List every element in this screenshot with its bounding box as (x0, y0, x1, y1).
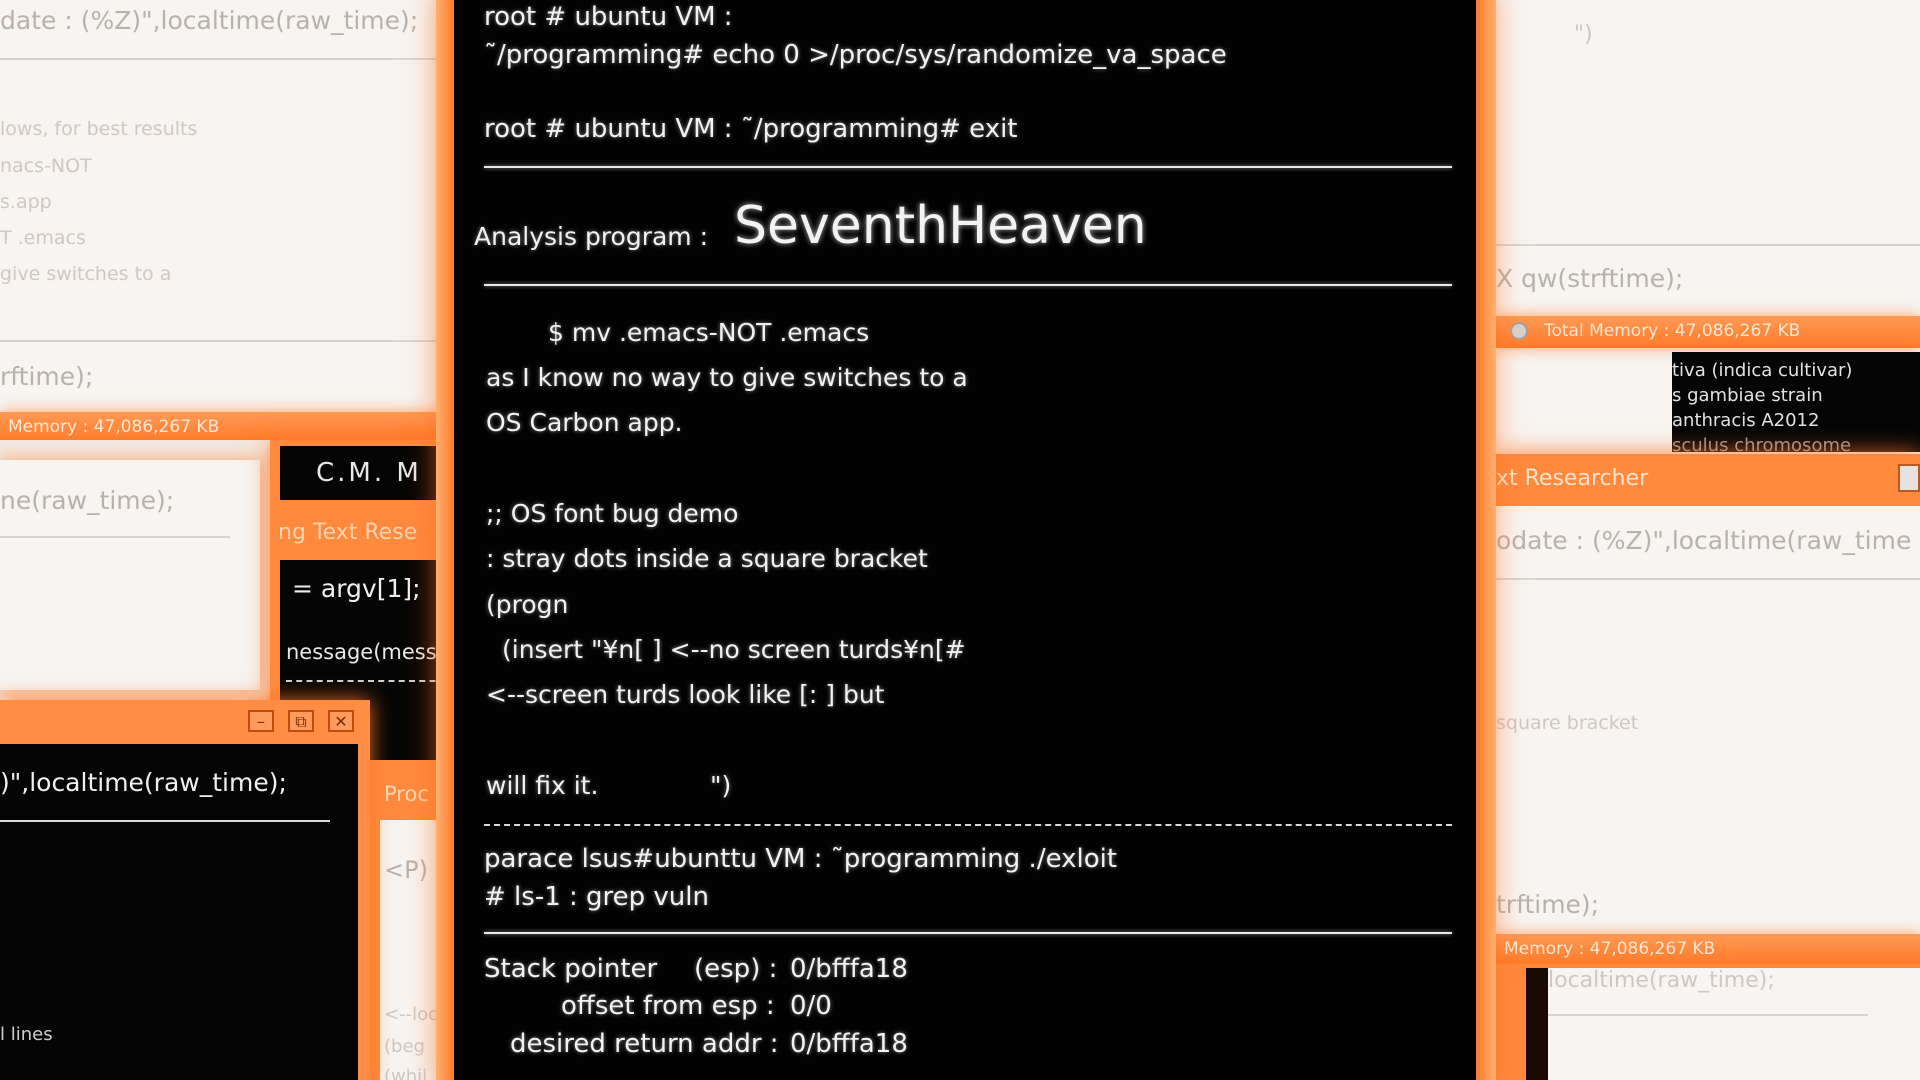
right-researcher-bottom-text: localtime(raw_time); (1548, 968, 1775, 993)
minimize-button[interactable]: – (248, 710, 274, 732)
maximize-button[interactable]: ⧉ (288, 710, 314, 732)
code-line-2: OS Carbon app. (486, 408, 683, 437)
right-top-list-3: sculus chromosome (1672, 435, 1852, 452)
close-button[interactable]: ✕ (328, 710, 354, 732)
code-line-8: will fix it. (486, 771, 599, 800)
terminal-dashed-divider (484, 824, 1452, 826)
right-researcher-window: xt Researcher odate : (%Z)",localtime(ra… (1496, 454, 1920, 1080)
code-line-4: : stray dots inside a square bracket (486, 544, 928, 573)
main-terminal[interactable]: root # ubuntu VM : ˜/programming# echo 0… (454, 0, 1476, 1080)
code-line-1: as I know no way to give switches to a (486, 363, 968, 392)
right-top-divider (1496, 244, 1920, 246)
terminal-left-glow (436, 0, 454, 1080)
right-researcher-memory-bar: Memory : 47,086,267 KB (1496, 934, 1920, 964)
left-orange-row2: ng Text Rese (278, 520, 418, 545)
right-researcher-text: odate : (%Z)",localtime(raw_time (1496, 526, 1912, 555)
code-line-5: (progn (486, 590, 569, 619)
left-mid-divider (0, 536, 230, 538)
exploit-line-0: parace lsus#ubunttu VM : ˜programming ./… (484, 844, 1118, 874)
code-line-0: $ mv .emacs-NOT .emacs (548, 318, 870, 347)
left-top-divider-2 (0, 340, 440, 342)
memory-bar-icon (1510, 322, 1528, 340)
left-orange-frag4: (whil (384, 1066, 428, 1080)
code-line-6: (insert "¥n[ ] <--no screen turds¥n[# (502, 635, 966, 664)
stack-pointer-value: 0/bfffa18 (790, 954, 908, 984)
right-researcher-footer-text: trftime); (1496, 890, 1600, 919)
right-researcher-title: xt Researcher (1496, 466, 1649, 491)
right-researcher-body: odate : (%Z)",localtime(raw_time square … (1496, 506, 1920, 916)
stack-pointer-label: Stack pointer (484, 954, 658, 984)
right-researcher-menu-icon[interactable] (1898, 464, 1920, 492)
right-researcher-divider-3 (1548, 1014, 1868, 1016)
right-top-list-0: tiva (indica cultivar) (1672, 360, 1853, 381)
left-bottom-text: )",localtime(raw_time); (0, 768, 287, 797)
terminal-line-prompt: root # ubuntu VM : (484, 2, 733, 32)
left-orange-dash (286, 680, 456, 682)
right-top-memory-bar: Total Memory : 47,086,267 KB (1496, 316, 1920, 348)
analysis-program-label: Analysis program : (474, 222, 709, 251)
left-bottom-body: )",localtime(raw_time); l lines (0, 744, 358, 1080)
terminal-divider-3 (484, 932, 1452, 934)
return-addr-label: desired return addr : (510, 1029, 779, 1059)
code-line-7: <--screen turds look like [: ] but (486, 680, 885, 709)
right-researcher-divider (1496, 578, 1920, 580)
right-top-list: tiva (indica cultivar) s gambiae strain … (1672, 352, 1920, 452)
terminal-right-glow (1476, 0, 1496, 1080)
left-top-line-2: s.app (0, 191, 52, 213)
right-top-list-2: anthracis A2012 (1672, 410, 1820, 431)
left-orange-row4: nessage(mess (286, 640, 437, 664)
code-line-9: ") (710, 771, 732, 800)
left-top-line-4: give switches to a (0, 263, 172, 285)
terminal-divider-2 (484, 284, 1452, 286)
left-mid-window: ne(raw_time); (0, 460, 260, 690)
left-top-header-text: date : (%Z)",localtime(raw_time); (0, 6, 419, 35)
left-orange-frag3: (beg (384, 1036, 425, 1057)
left-bottom-window: – ⧉ ✕ )",localtime(raw_time); l lines (0, 700, 370, 1080)
analysis-program-name: SeventhHeaven (734, 196, 1147, 256)
right-researcher-dark-strip (1526, 968, 1548, 1080)
left-orange-header: C.M. M (280, 446, 460, 500)
left-mid-text: ne(raw_time); (0, 486, 175, 515)
left-orange-row3: = argv[1]; (292, 574, 421, 603)
right-top-memory-label: Total Memory : 47,086,267 KB (1544, 321, 1801, 341)
offset-label: offset from esp : (561, 991, 775, 1021)
left-orange-row1: C.M. M (316, 458, 422, 488)
terminal-divider-1 (484, 166, 1452, 168)
left-bottom-divider (0, 820, 330, 822)
terminal-line-exit: root # ubuntu VM : ˜/programming# exit (484, 114, 1018, 144)
offset-value: 0/0 (790, 991, 832, 1021)
left-orange-frag: <P) (384, 856, 428, 884)
left-orange-prog: Proc (384, 782, 429, 806)
terminal-line-echo: ˜/programming# echo 0 >/proc/sys/randomi… (484, 40, 1227, 70)
right-top-quote: ") (1574, 22, 1593, 47)
right-top-text: X qw(strftime); (1496, 264, 1684, 293)
left-top-footer-text: rftime); (0, 362, 94, 391)
stack-pointer-reg: (esp) : (694, 954, 778, 984)
right-top-window: ") X qw(strftime); Total Memory : 47,086… (1496, 0, 1920, 460)
left-top-line-0: lows, for best results (0, 118, 198, 140)
right-researcher-footer: trftime); (1496, 876, 1920, 936)
code-line-3: ;; OS font bug demo (486, 499, 739, 528)
exploit-line-1: # ls-1 : grep vuln (484, 882, 709, 912)
right-top-list-1: s gambiae strain (1672, 385, 1823, 406)
left-top-line-1: nacs-NOT (0, 155, 92, 177)
left-top-window: date : (%Z)",localtime(raw_time); lows, … (0, 0, 440, 440)
return-addr-value: 0/bfffa18 (790, 1029, 908, 1059)
right-researcher-lower: localtime(raw_time); (1548, 968, 1920, 1080)
left-top-divider (0, 58, 440, 60)
left-top-line-3: T .emacs (0, 227, 86, 249)
right-researcher-mid: square bracket (1496, 712, 1639, 734)
left-top-memory-bar: Memory : 47,086,267 KB (0, 412, 440, 440)
left-bottom-footer: l lines (0, 1024, 53, 1045)
